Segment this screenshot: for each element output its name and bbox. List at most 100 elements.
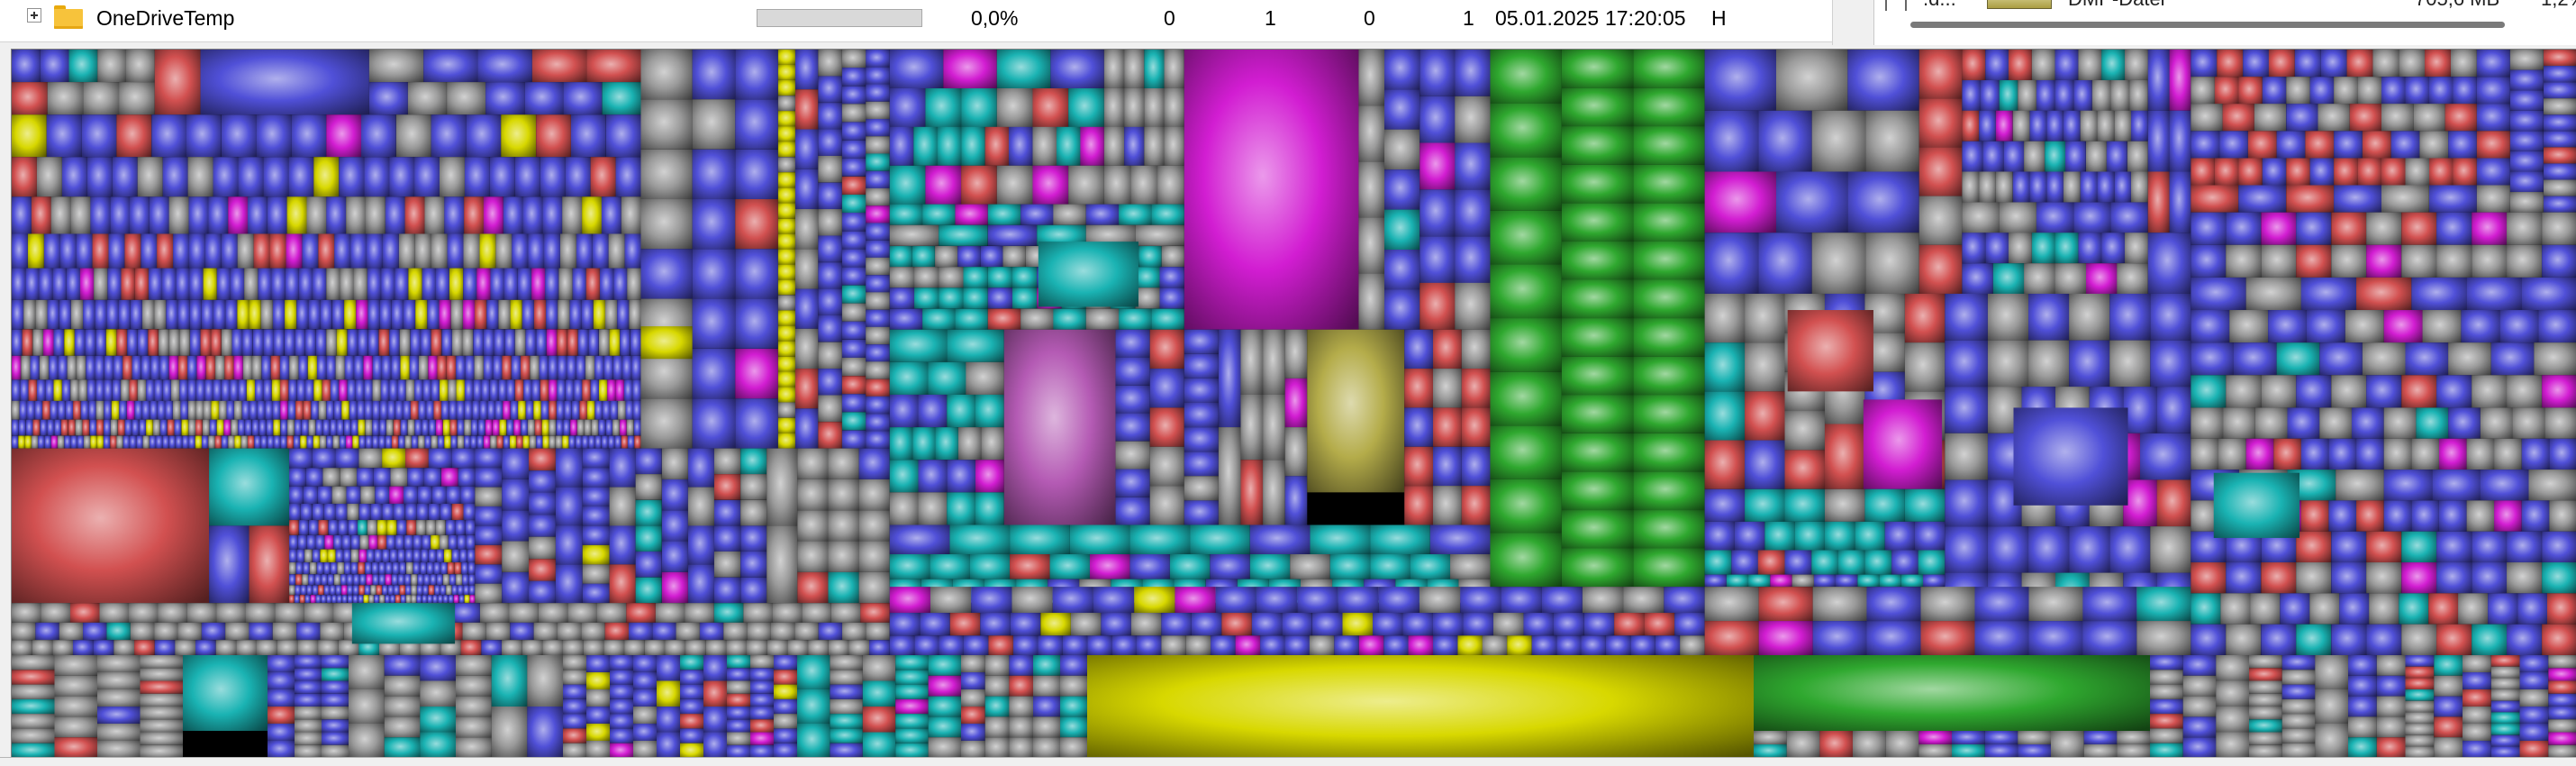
treemap-file-block[interactable] xyxy=(2405,700,2435,713)
treemap-file-block[interactable] xyxy=(555,487,583,526)
treemap-file-block[interactable] xyxy=(1561,471,1634,511)
treemap-file-block[interactable] xyxy=(314,574,322,586)
treemap-file-block[interactable] xyxy=(379,299,392,330)
treemap-file-block[interactable] xyxy=(293,435,301,449)
treemap-file-block[interactable] xyxy=(563,743,586,757)
treemap-file-block[interactable] xyxy=(562,435,569,449)
treemap-file-block[interactable] xyxy=(529,536,556,560)
treemap-file-block[interactable] xyxy=(411,595,417,604)
treemap-file-block[interactable] xyxy=(186,114,222,158)
treemap-file-block[interactable] xyxy=(632,379,641,402)
treemap-file-block[interactable] xyxy=(495,233,512,269)
treemap-file-block[interactable] xyxy=(2191,375,2227,408)
treemap-file-block[interactable] xyxy=(381,355,392,380)
treemap-file-block[interactable] xyxy=(2381,185,2429,213)
treemap-file-block[interactable] xyxy=(1704,621,1759,655)
treemap-file-block[interactable] xyxy=(2405,77,2430,105)
treemap-file-block[interactable] xyxy=(549,435,556,449)
treemap-file-block[interactable] xyxy=(1093,587,1135,614)
treemap-file-block[interactable] xyxy=(405,379,415,402)
treemap-file-block[interactable] xyxy=(310,595,316,604)
treemap-file-block[interactable] xyxy=(1455,96,1491,143)
treemap-file-block[interactable] xyxy=(2169,110,2191,172)
treemap-file-block[interactable] xyxy=(1923,574,1946,588)
treemap-file-block[interactable] xyxy=(2528,470,2576,501)
treemap-file-block[interactable] xyxy=(1561,50,1634,88)
treemap-file-block[interactable] xyxy=(49,355,59,380)
treemap-file-block[interactable] xyxy=(149,435,157,449)
treemap-file-block[interactable] xyxy=(1358,105,1385,162)
treemap-file-block[interactable] xyxy=(2294,50,2321,78)
treemap-file-block[interactable] xyxy=(2544,50,2576,67)
treemap-file-block[interactable] xyxy=(22,329,33,356)
treemap-file-block[interactable] xyxy=(652,622,676,641)
treemap-file-block[interactable] xyxy=(1432,635,1458,655)
treemap-file-block[interactable] xyxy=(1218,427,1241,525)
treemap-file-block[interactable] xyxy=(272,622,297,641)
treemap-file-block[interactable] xyxy=(52,640,74,655)
treemap-file-block[interactable] xyxy=(1633,318,1705,357)
treemap-file-block[interactable] xyxy=(2013,407,2128,506)
treemap-file-block[interactable] xyxy=(70,196,91,234)
treemap-file-block[interactable] xyxy=(300,435,307,449)
treemap-file-block[interactable] xyxy=(1853,731,1886,757)
treemap-file-block[interactable] xyxy=(2191,212,2227,245)
treemap-file-block[interactable] xyxy=(2109,293,2151,341)
treemap-file-block[interactable] xyxy=(1918,98,1963,148)
treemap-file-block[interactable] xyxy=(263,157,289,197)
treemap-file-block[interactable] xyxy=(777,310,795,326)
treemap-file-block[interactable] xyxy=(12,684,55,699)
treemap-file-block[interactable] xyxy=(367,520,377,535)
treemap-file-block[interactable] xyxy=(1985,233,2009,264)
treemap-file-block[interactable] xyxy=(201,622,226,641)
treemap-file-block[interactable] xyxy=(895,655,929,670)
treemap-file-block[interactable] xyxy=(1490,371,1562,426)
treemap-file-block[interactable] xyxy=(947,492,975,525)
treemap-file-block[interactable] xyxy=(315,534,325,550)
treemap-file-block[interactable] xyxy=(313,268,327,300)
treemap-file-block[interactable] xyxy=(912,427,936,461)
treemap-file-block[interactable] xyxy=(1920,621,1975,655)
treemap-file-block[interactable] xyxy=(610,400,618,420)
treemap-file-block[interactable] xyxy=(2476,131,2510,159)
treemap-file-block[interactable] xyxy=(889,165,926,205)
treemap-file-block[interactable] xyxy=(2226,624,2262,655)
treemap-file-block[interactable] xyxy=(95,379,104,402)
treemap-file-block[interactable] xyxy=(1009,696,1033,717)
treemap-file-block[interactable] xyxy=(485,622,511,641)
treemap-file-block[interactable] xyxy=(2140,433,2191,480)
treemap-file-block[interactable] xyxy=(2218,438,2246,470)
treemap-file-block[interactable] xyxy=(316,562,324,575)
treemap-file-block[interactable] xyxy=(350,419,358,436)
treemap-file-block[interactable] xyxy=(506,419,514,436)
treemap-file-block[interactable] xyxy=(364,379,373,402)
treemap-file-block[interactable] xyxy=(558,268,573,300)
treemap-file-block[interactable] xyxy=(228,196,249,234)
treemap-file-block[interactable] xyxy=(89,419,97,436)
treemap-file-block[interactable] xyxy=(378,435,385,449)
treemap-file-block[interactable] xyxy=(750,732,774,745)
treemap-file-block[interactable] xyxy=(196,355,206,380)
treemap-file-block[interactable] xyxy=(70,435,77,449)
treemap-file-block[interactable] xyxy=(1033,655,1060,676)
treemap-file-block[interactable] xyxy=(72,640,94,655)
treemap-file-block[interactable] xyxy=(841,394,866,413)
treemap-file-block[interactable] xyxy=(295,562,304,575)
treemap-file-block[interactable] xyxy=(475,468,503,488)
treemap-file-block[interactable] xyxy=(1582,587,1624,614)
treemap-upper-region[interactable] xyxy=(12,50,2576,655)
treemap-file-block[interactable] xyxy=(2383,407,2417,439)
treemap-file-block[interactable] xyxy=(1384,89,1420,130)
treemap-file-block[interactable] xyxy=(405,549,413,563)
treemap-file-block[interactable] xyxy=(1904,293,1946,343)
treemap-file-block[interactable] xyxy=(1455,50,1491,96)
treemap-file-block[interactable] xyxy=(889,50,944,88)
treemap-file-block[interactable] xyxy=(2507,531,2542,563)
treemap-file-block[interactable] xyxy=(2351,407,2384,439)
treemap-file-block[interactable] xyxy=(18,419,26,436)
treemap-file-block[interactable] xyxy=(104,419,111,436)
treemap-file-block[interactable] xyxy=(437,355,447,380)
treemap-file-block[interactable] xyxy=(403,486,418,504)
treemap-file-block[interactable] xyxy=(610,714,633,729)
treemap-file-block[interactable] xyxy=(869,640,890,655)
